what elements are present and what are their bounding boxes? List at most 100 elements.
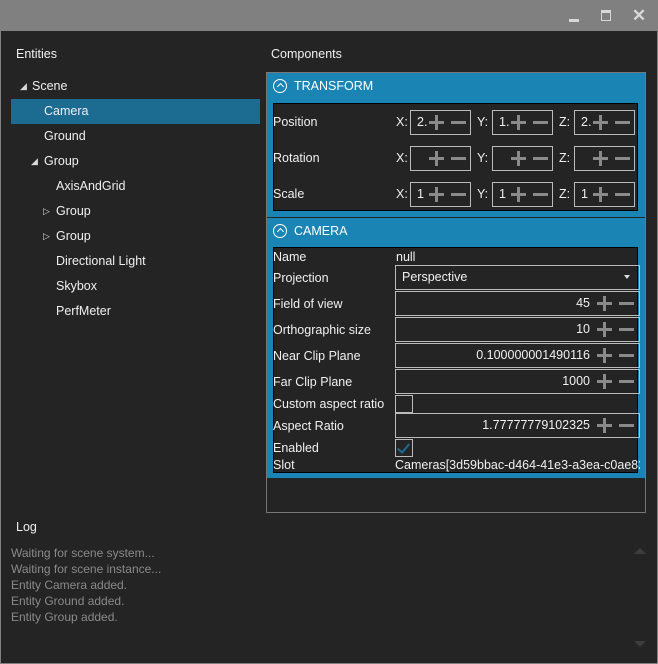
log-line: Entity Ground added. [11,594,125,608]
log-line: Entity Group added. [11,610,118,624]
collapse-icon[interactable] [273,79,287,93]
minimize-button[interactable] [564,6,584,26]
plus-icon[interactable] [597,374,612,389]
position-x-input[interactable]: 2. [410,110,471,135]
near-clip-plane-input[interactable]: 0.100000001490116 [395,343,640,368]
plus-icon[interactable] [593,151,608,166]
position-y-value: 1. [499,115,509,129]
tree-item-scene[interactable]: ◢ Scene [11,74,260,99]
minus-icon[interactable] [615,115,630,130]
scroll-down-icon[interactable] [634,641,646,647]
tree-item-camera[interactable]: Camera [11,99,260,124]
near-clip-plane-value: 0.100000001490116 [476,348,590,362]
plus-icon[interactable] [593,115,608,130]
far-clip-plane-input[interactable]: 1000 [395,369,640,394]
chevron-down-icon [624,275,630,279]
custom-aspect-ratio-checkbox[interactable] [395,395,413,413]
scroll-up-icon[interactable] [634,548,646,554]
projection-dropdown[interactable]: Perspective [395,265,640,290]
plus-icon[interactable] [511,151,526,166]
collapse-icon[interactable] [273,224,287,238]
field-of-view-input[interactable]: 45 [395,291,640,316]
tree-item-skybox[interactable]: Skybox [11,274,260,299]
minus-icon[interactable] [533,187,548,202]
plus-icon[interactable] [511,115,526,130]
camera-section-header[interactable]: CAMERA [267,218,645,245]
minus-icon[interactable] [451,187,466,202]
y-axis-label: Y: [477,151,489,165]
far-clip-plane-label: Far Clip Plane [273,375,353,389]
tree-item-perfmeter[interactable]: PerfMeter [11,299,260,324]
y-axis-label: Y: [477,187,489,201]
plus-icon[interactable] [429,115,444,130]
tree-item-label: Directional Light [56,254,146,268]
tree-item-label: Ground [44,129,86,143]
minus-icon[interactable] [533,151,548,166]
components-panel-title: Components [271,47,342,61]
rotation-y-input[interactable] [492,146,553,171]
tree-item-ground[interactable]: Ground [11,124,260,149]
minus-icon[interactable] [619,348,634,363]
field-of-view-value: 45 [576,296,590,310]
enabled-checkbox[interactable] [395,439,413,457]
aspect-ratio-value: 1.77777779102325 [482,418,590,432]
transform-section-header[interactable]: TRANSFORM [267,73,645,100]
minus-icon[interactable] [615,151,630,166]
minus-icon[interactable] [533,115,548,130]
scale-x-input[interactable]: 1 [410,182,471,207]
minus-icon[interactable] [619,296,634,311]
orthographic-size-label: Orthographic size [273,323,371,337]
minus-icon[interactable] [619,322,634,337]
maximize-button[interactable] [596,6,616,26]
tree-item-axisandgrid[interactable]: AxisAndGrid [11,174,260,199]
projection-selected-value: Perspective [402,270,468,284]
tree-item-label: PerfMeter [56,304,111,318]
minus-icon[interactable] [451,151,466,166]
custom-aspect-ratio-label: Custom aspect ratio [273,397,385,411]
expanded-arrow-icon[interactable]: ◢ [31,149,38,174]
plus-icon[interactable] [429,187,444,202]
entity-tree[interactable]: ◢ Scene Camera Ground ◢ Group AxisAndGrid ▷ Grou… [11,74,260,324]
expanded-arrow-icon[interactable]: ◢ [20,74,27,99]
plus-icon[interactable] [597,296,612,311]
z-axis-label: Z: [559,187,571,201]
collapsed-arrow-icon[interactable]: ▷ [43,224,50,249]
enabled-label: Enabled [273,441,319,455]
position-z-input[interactable]: 2. [574,110,635,135]
close-button[interactable]: ✕ [629,6,649,26]
camera-section-title: CAMERA [294,224,348,238]
tree-item-group[interactable]: ▷ Group [11,224,260,249]
tree-item-label: Group [56,229,91,243]
minus-icon[interactable] [451,115,466,130]
minus-icon[interactable] [619,418,634,433]
rotation-z-input[interactable] [574,146,635,171]
plus-icon[interactable] [597,322,612,337]
far-clip-plane-value: 1000 [562,374,590,388]
plus-icon[interactable] [597,418,612,433]
plus-icon[interactable] [597,348,612,363]
entities-panel-title: Entities [16,47,57,61]
x-axis-label: X: [396,115,408,129]
tree-item-directional-light[interactable]: Directional Light [11,249,260,274]
scale-x-value: 1 [417,187,424,201]
tree-item-group[interactable]: ◢ Group [11,149,260,174]
scale-z-input[interactable]: 1 [574,182,635,207]
scale-y-input[interactable]: 1 [492,182,553,207]
minus-icon[interactable] [619,374,634,389]
minus-icon[interactable] [615,187,630,202]
plus-icon[interactable] [593,187,608,202]
orthographic-size-value: 10 [576,322,590,336]
scale-label: Scale [273,187,305,201]
slot-label: Slot [273,458,295,472]
rotation-x-input[interactable] [410,146,471,171]
title-bar[interactable]: ✕ [0,0,658,31]
collapsed-arrow-icon[interactable]: ▷ [43,199,50,224]
orthographic-size-input[interactable]: 10 [395,317,640,342]
aspect-ratio-input[interactable]: 1.77777779102325 [395,413,640,438]
position-y-input[interactable]: 1. [492,110,553,135]
plus-icon[interactable] [429,151,444,166]
log-list: Waiting for scene system... Waiting for s… [11,545,551,625]
tree-item-group[interactable]: ▷ Group [11,199,260,224]
plus-icon[interactable] [511,187,526,202]
log-line: Entity Camera added. [11,578,128,592]
